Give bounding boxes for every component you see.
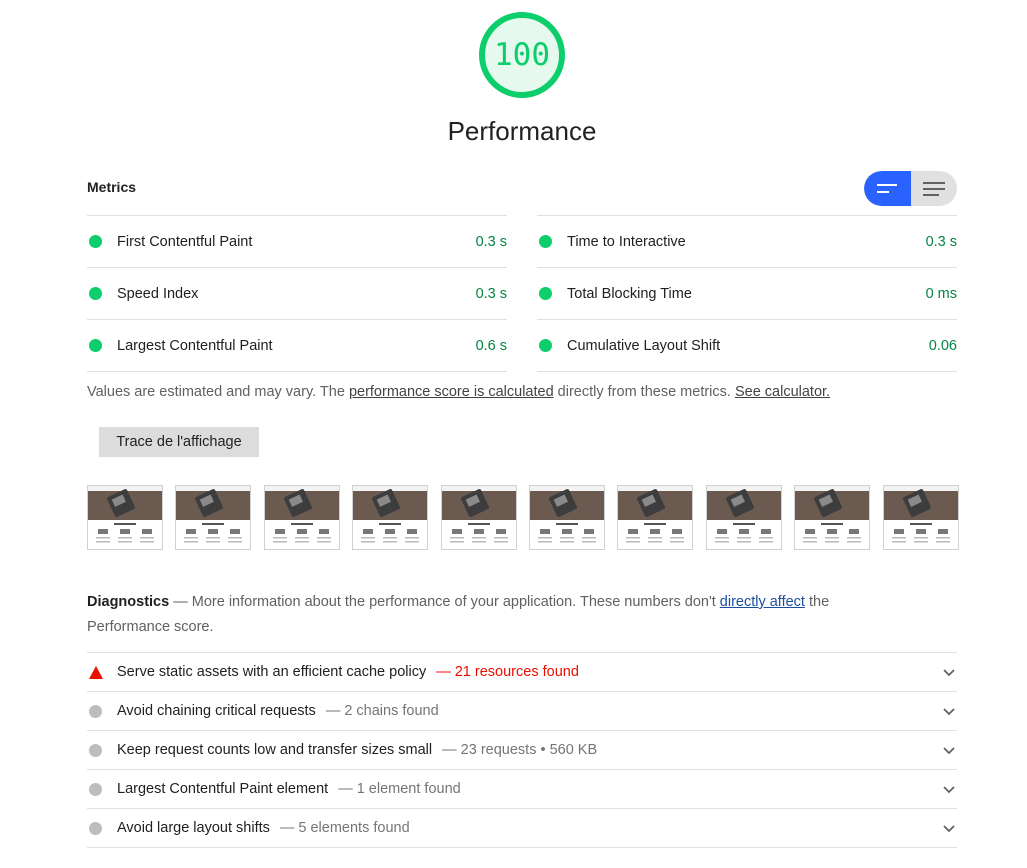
audit-row-lcp-element[interactable]: Largest Contentful Paint element — 1 ele… bbox=[87, 769, 957, 808]
diagnostics-heading: Diagnostics bbox=[87, 594, 170, 610]
pass-indicator-icon bbox=[539, 339, 552, 352]
filmstrip-frame bbox=[175, 485, 251, 550]
filmstrip-frame bbox=[352, 485, 428, 550]
audit-title: Avoid large layout shifts bbox=[117, 820, 270, 836]
metric-value: 0.06 bbox=[928, 337, 957, 354]
metrics-heading: Metrics bbox=[87, 179, 137, 195]
audit-row-request-counts[interactable]: Keep request counts low and transfer siz… bbox=[87, 730, 957, 769]
diagnostics-description: Diagnostics — More information about the… bbox=[87, 590, 887, 640]
pass-indicator-icon bbox=[539, 287, 552, 300]
info-dot-icon bbox=[88, 704, 103, 719]
chevron-down-icon[interactable] bbox=[942, 743, 956, 757]
metric-row: Total Blocking Time 0 ms bbox=[537, 267, 957, 319]
metric-row: Cumulative Layout Shift 0.06 bbox=[537, 319, 957, 372]
audit-detail: — 2 chains found bbox=[325, 703, 439, 719]
audit-title: Largest Contentful Paint element bbox=[117, 781, 329, 797]
metrics-note: Values are estimated and may vary. The p… bbox=[87, 384, 830, 400]
metric-label: Speed Index bbox=[117, 285, 199, 302]
audit-detail: — 1 element found bbox=[338, 781, 461, 797]
metric-label: Largest Contentful Paint bbox=[117, 337, 273, 354]
compact-view-icon bbox=[877, 183, 898, 193]
metric-value: 0 ms bbox=[925, 285, 957, 302]
filmstrip-frame bbox=[706, 485, 782, 550]
metric-label: Total Blocking Time bbox=[567, 285, 692, 302]
metric-value: 0.6 s bbox=[475, 337, 507, 354]
pass-indicator-icon bbox=[89, 339, 102, 352]
directly-affect-link[interactable]: directly affect bbox=[720, 594, 805, 610]
filmstrip-frame bbox=[87, 485, 163, 550]
metric-label: Cumulative Layout Shift bbox=[567, 337, 721, 354]
metric-label: First Contentful Paint bbox=[117, 233, 253, 250]
filmstrip-frame bbox=[264, 485, 340, 550]
filmstrip-frame bbox=[883, 485, 959, 550]
metric-label: Time to Interactive bbox=[567, 233, 686, 250]
chevron-down-icon[interactable] bbox=[942, 665, 956, 679]
audit-detail: — 23 requests • 560 KB bbox=[442, 742, 598, 758]
metrics-view-toggle[interactable] bbox=[864, 171, 957, 206]
diagnostics-audit-list: Serve static assets with an efficient ca… bbox=[87, 652, 957, 848]
filmstrip-frame bbox=[529, 485, 605, 550]
audit-row-layout-shifts[interactable]: Avoid large layout shifts — 5 elements f… bbox=[87, 808, 957, 848]
pass-indicator-icon bbox=[89, 287, 102, 300]
audit-title: Avoid chaining critical requests bbox=[117, 703, 316, 719]
info-dot-icon bbox=[88, 782, 103, 797]
chevron-down-icon[interactable] bbox=[942, 782, 956, 796]
metric-row: First Contentful Paint 0.3 s bbox=[87, 215, 507, 267]
info-dot-icon bbox=[88, 743, 103, 758]
pass-indicator-icon bbox=[539, 235, 552, 248]
score-calculated-link[interactable]: performance score is calculated bbox=[349, 384, 554, 400]
pass-indicator-icon bbox=[89, 235, 102, 248]
note-prefix: Values are estimated and may vary. The bbox=[87, 384, 349, 400]
metric-row: Speed Index 0.3 s bbox=[87, 267, 507, 319]
filmstrip-frame bbox=[617, 485, 693, 550]
expanded-view-icon bbox=[922, 181, 945, 196]
view-trace-button[interactable]: Trace de l'affichage bbox=[99, 427, 259, 457]
score-value: 100 bbox=[494, 37, 550, 73]
audit-detail: — 5 elements found bbox=[279, 820, 410, 836]
filmstrip-frame bbox=[441, 485, 517, 550]
fail-triangle-icon bbox=[88, 665, 103, 680]
filmstrip-frame bbox=[794, 485, 870, 550]
metric-row: Time to Interactive 0.3 s bbox=[537, 215, 957, 267]
metric-value: 0.3 s bbox=[925, 233, 957, 250]
audit-title: Serve static assets with an efficient ca… bbox=[117, 664, 427, 680]
audit-row-critical-requests[interactable]: Avoid chaining critical requests — 2 cha… bbox=[87, 691, 957, 730]
metric-value: 0.3 s bbox=[475, 233, 507, 250]
chevron-down-icon[interactable] bbox=[942, 821, 956, 835]
info-dot-icon bbox=[88, 821, 103, 836]
see-calculator-link[interactable]: See calculator. bbox=[735, 384, 830, 400]
metric-row: Largest Contentful Paint 0.6 s bbox=[87, 319, 507, 372]
category-title: Performance bbox=[447, 116, 597, 146]
note-middle: directly from these metrics. bbox=[553, 384, 735, 400]
filmstrip bbox=[87, 485, 959, 550]
metrics-right-column: Time to Interactive 0.3 s Total Blocking… bbox=[537, 215, 957, 372]
audit-detail: — 21 resources found bbox=[436, 664, 579, 680]
chevron-down-icon[interactable] bbox=[942, 704, 956, 718]
metrics-left-column: First Contentful Paint 0.3 s Speed Index… bbox=[87, 215, 507, 372]
compact-view-button[interactable] bbox=[864, 171, 911, 206]
audit-row-cache-policy[interactable]: Serve static assets with an efficient ca… bbox=[87, 652, 957, 691]
diagnostics-dash: — bbox=[169, 594, 192, 610]
audit-title: Keep request counts low and transfer siz… bbox=[117, 742, 433, 758]
metric-value: 0.3 s bbox=[475, 285, 507, 302]
diagnostics-text: More information about the performance o… bbox=[191, 594, 720, 610]
expanded-view-button[interactable] bbox=[911, 171, 958, 206]
